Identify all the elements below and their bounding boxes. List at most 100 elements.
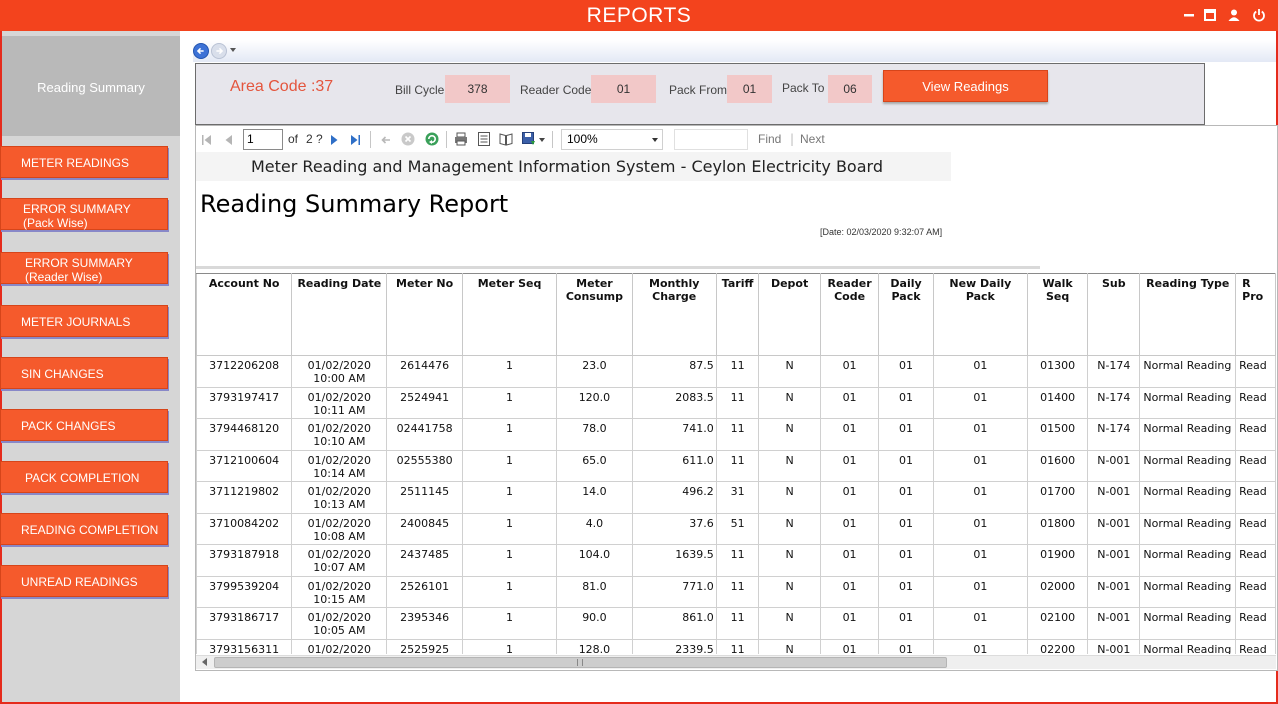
- table-cell: 01/02/2020 10:05 AM: [291, 607, 388, 640]
- table-cell: 3712206208: [196, 355, 293, 388]
- table-cell: N: [758, 512, 821, 545]
- pack-to-field[interactable]: 06: [828, 75, 872, 103]
- print-layout-icon[interactable]: [476, 131, 492, 147]
- find-link[interactable]: Find: [758, 132, 781, 146]
- table-cell: 2395346: [386, 607, 463, 640]
- forward-arrow-icon[interactable]: [211, 43, 227, 59]
- sidebar-item-sin-changes[interactable]: SIN CHANGES: [0, 357, 168, 389]
- table-cell: Normal Reading: [1139, 512, 1237, 545]
- previous-page-icon[interactable]: [221, 132, 237, 148]
- table-cell: N-174: [1087, 355, 1141, 388]
- sidebar-item-meter-journals[interactable]: METER JOURNALS: [0, 305, 168, 337]
- column-header[interactable]: Reading Date: [291, 273, 388, 356]
- find-input[interactable]: [674, 129, 748, 150]
- column-header[interactable]: Sub: [1087, 273, 1141, 356]
- table-row[interactable]: 3793156311 01/02/2020 2525925 1 128.0 2339.5 1…: [196, 638, 1276, 654]
- table-cell: 2400845: [386, 512, 463, 545]
- power-icon[interactable]: [1252, 8, 1266, 22]
- table-cell: 741.0: [631, 418, 717, 451]
- column-header[interactable]: Meter Consump: [556, 273, 633, 356]
- page-number-input[interactable]: 1: [243, 129, 283, 150]
- table-row[interactable]: 3793186717 01/02/2020 10:05 AM 2395346 1 90.…: [196, 607, 1276, 640]
- maximize-icon[interactable]: [1203, 8, 1217, 22]
- table-cell: 01500: [1026, 418, 1089, 451]
- table-row[interactable]: 3793197417 01/02/2020 10:11 AM 2524941 1 120…: [196, 386, 1276, 419]
- last-page-icon[interactable]: [347, 132, 363, 148]
- table-cell: 1: [461, 418, 558, 451]
- table-cell: 31: [715, 481, 760, 514]
- sidebar-item-unread-readings[interactable]: UNREAD READINGS: [0, 565, 168, 597]
- table-cell: 51: [715, 512, 760, 545]
- navigation-strip: [193, 40, 1276, 62]
- print-icon[interactable]: [453, 131, 469, 147]
- sidebar-item-label: METER READINGS: [21, 156, 130, 170]
- view-readings-button[interactable]: View Readings: [883, 70, 1048, 102]
- table-row[interactable]: 3793187918 01/02/2020 10:07 AM 2437485 1 104…: [196, 544, 1276, 577]
- pack-from-field[interactable]: 01: [727, 75, 772, 103]
- table-cell: 87.5: [631, 355, 717, 388]
- table-row[interactable]: 3710084202 01/02/2020 10:08 AM 2400845 1 4.0…: [196, 512, 1276, 545]
- table-row[interactable]: 3799539204 01/02/2020 10:15 AM 2526101 1 81.…: [196, 575, 1276, 608]
- scroll-left-arrow-icon[interactable]: [202, 658, 207, 666]
- sidebar-item-label: METER JOURNALS: [21, 315, 131, 329]
- table-cell: Normal Reading: [1139, 544, 1237, 577]
- sidebar-item-pack-changes[interactable]: PACK CHANGES: [0, 409, 168, 441]
- sidebar-item-meter-readings[interactable]: METER READINGS: [0, 146, 168, 178]
- stop-icon[interactable]: [400, 131, 416, 147]
- column-header[interactable]: New Daily Pack: [932, 273, 1028, 356]
- first-page-icon[interactable]: [199, 132, 215, 148]
- back-arrow-icon[interactable]: [193, 43, 209, 59]
- history-dropdown-icon[interactable]: [230, 48, 236, 52]
- table-cell: N-001: [1087, 544, 1141, 577]
- table-cell: 1: [461, 355, 558, 388]
- column-header[interactable]: Tariff: [715, 273, 760, 356]
- column-header[interactable]: Meter No: [386, 273, 463, 356]
- table-row[interactable]: 3712100604 01/02/2020 10:14 AM 02555380 1 65…: [196, 449, 1276, 482]
- table-cell: 01: [878, 607, 934, 640]
- minimize-icon[interactable]: [1182, 8, 1196, 22]
- table-cell: 01: [932, 575, 1028, 608]
- column-header[interactable]: Walk Seq: [1026, 273, 1089, 356]
- export-icon[interactable]: [521, 131, 537, 147]
- back-to-parent-icon[interactable]: [378, 132, 394, 148]
- sidebar-item-error-summary-pack[interactable]: ERROR SUMMARY (Pack Wise): [0, 198, 168, 230]
- column-header[interactable]: Daily Pack: [878, 273, 934, 356]
- column-header[interactable]: R Pro: [1235, 273, 1276, 356]
- next-page-icon[interactable]: [326, 132, 342, 148]
- bill-cycle-field[interactable]: 378: [445, 75, 510, 103]
- table-row[interactable]: 3712206208 01/02/2020 10:00 AM 2614476 1 23.…: [196, 355, 1276, 388]
- table-cell: 01600: [1026, 449, 1089, 482]
- table-cell: N: [758, 575, 821, 608]
- column-header[interactable]: Reading Type: [1139, 273, 1237, 356]
- column-header[interactable]: Depot: [758, 273, 821, 356]
- table-cell: N-001: [1087, 481, 1141, 514]
- column-header[interactable]: Monthly Charge: [631, 273, 717, 356]
- refresh-icon[interactable]: [424, 131, 440, 147]
- sidebar-item-error-summary-reader[interactable]: ERROR SUMMARY (Reader Wise): [0, 252, 168, 284]
- export-dropdown-icon[interactable]: [539, 138, 545, 142]
- column-header[interactable]: Meter Seq: [461, 273, 558, 356]
- user-icon[interactable]: [1227, 8, 1241, 22]
- column-header[interactable]: Reader Code: [819, 273, 880, 356]
- table-cell: 2437485: [386, 544, 463, 577]
- table-cell: N-001: [1087, 575, 1141, 608]
- sidebar-item-pack-completion[interactable]: PACK COMPLETION: [0, 461, 168, 493]
- find-next-link[interactable]: Next: [800, 132, 825, 146]
- table-cell: 3711219802: [196, 481, 293, 514]
- table-row[interactable]: 3794468120 01/02/2020 10:10 AM 02441758 1 78…: [196, 418, 1276, 451]
- table-cell: 11: [715, 607, 760, 640]
- page-setup-icon[interactable]: [498, 131, 514, 147]
- zoom-select[interactable]: 100%: [561, 129, 663, 150]
- reader-code-field[interactable]: 01: [591, 75, 656, 103]
- table-row[interactable]: 3711219802 01/02/2020 10:13 AM 2511145 1 14.…: [196, 481, 1276, 514]
- table-cell: N: [758, 638, 821, 654]
- table-cell: 01: [819, 418, 880, 451]
- sidebar-item-reading-completion[interactable]: READING COMPLETION: [0, 513, 168, 545]
- table-cell: 3712100604: [196, 449, 293, 482]
- report-system-title: Meter Reading and Management Information…: [251, 157, 883, 176]
- table-cell: 771.0: [631, 575, 717, 608]
- table-cell: 861.0: [631, 607, 717, 640]
- reader-code-label: Reader Code: [520, 83, 592, 97]
- column-header[interactable]: Account No: [196, 273, 293, 356]
- table-cell: 2525925: [386, 638, 463, 654]
